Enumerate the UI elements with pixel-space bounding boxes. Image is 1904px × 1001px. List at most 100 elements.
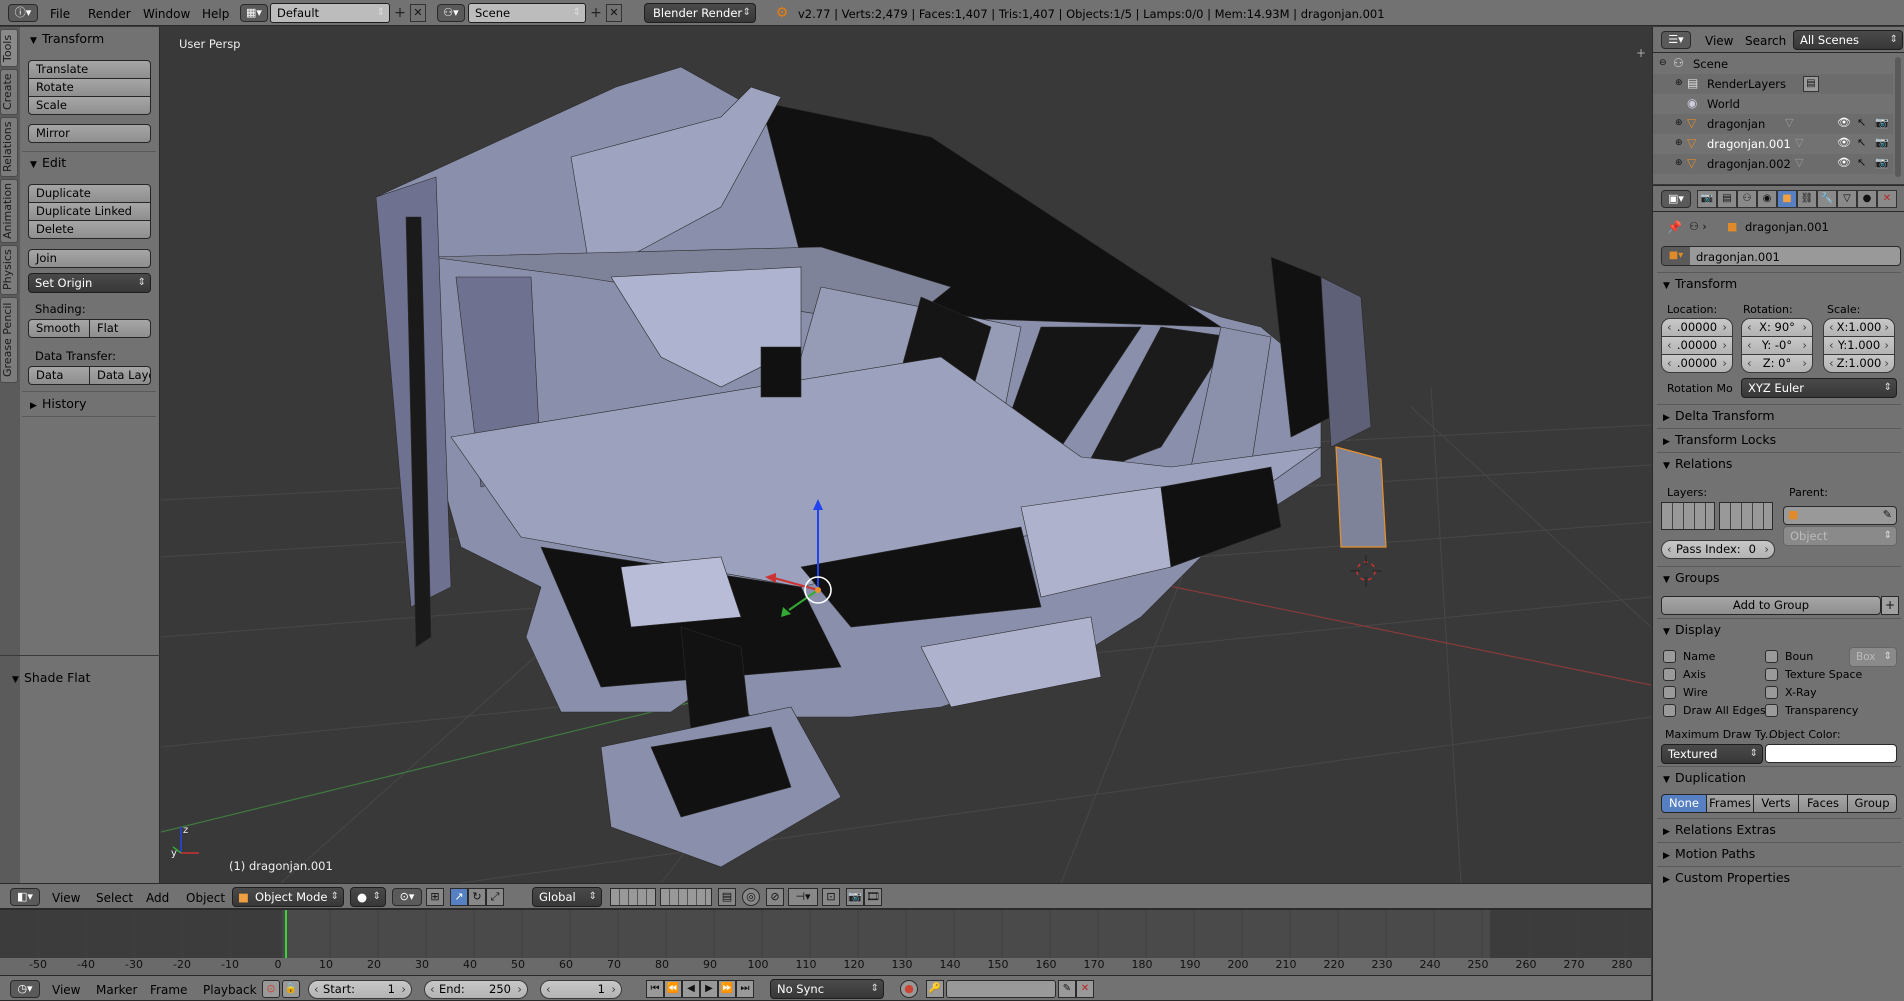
timeline-area[interactable] [0,909,1651,976]
rotation-y-field[interactable]: Y: -0° [1741,336,1813,355]
render-engine-selector[interactable]: Blender Render [644,3,756,23]
current-frame-field[interactable]: 1 [540,980,622,999]
start-frame-field[interactable]: Start:1 [308,980,412,999]
plus-icon[interactable]: + [1635,47,1647,59]
menu-view[interactable]: View [52,891,80,905]
render-camera-icon[interactable]: 📷 [1875,136,1889,149]
duplication-verts-tab[interactable]: Verts [1753,794,1799,813]
expand-icon[interactable]: ⊕ [1675,78,1683,88]
outliner-menu-search[interactable]: Search [1745,34,1786,48]
name-checkbox[interactable] [1663,650,1676,663]
add-layout-icon[interactable]: + [392,4,408,22]
location-z-field[interactable]: .00000 [1661,354,1733,373]
render-still-icon[interactable]: 📷 [846,888,864,906]
outliner-scrollbar[interactable] [1895,57,1901,177]
menu-render[interactable]: Render [88,7,131,21]
layer-buttons-icon[interactable] [610,888,656,906]
expand-icon[interactable]: ⊕ [1675,118,1683,128]
viewport-shading-selector[interactable]: ● [350,887,386,907]
constraints-tab-icon[interactable]: ⛓ [1797,190,1817,208]
texture-space-checkbox[interactable] [1765,668,1778,681]
operator-panel-header[interactable]: ▼ Shade Flat [12,670,90,685]
mode-selector[interactable]: ■ Object Mode [232,887,344,907]
delete-keyframe-icon[interactable]: ✕ [1076,980,1094,998]
duplicate-linked-button[interactable]: Duplicate Linked [28,202,151,221]
render-camera-icon[interactable]: 📷 [1875,156,1889,169]
material-tab-icon[interactable]: ● [1857,190,1877,208]
scene-icon[interactable]: ⚇▾ [437,4,465,22]
add-to-group-button[interactable]: Add to Group [1661,596,1881,615]
bounds-type-selector[interactable]: Box [1849,647,1897,667]
menu-file[interactable]: File [50,7,70,21]
delete-button[interactable]: Delete [28,220,151,239]
snap-element-icon[interactable]: ⊣▾ [788,888,818,906]
timeline-editor-icon[interactable]: ◷▾ [10,980,40,998]
tab-animation[interactable]: Animation [0,179,18,243]
object-name-field[interactable]: ■▾ dragonjan.001 [1661,246,1901,266]
jump-key-forward-icon[interactable]: ⏩ [718,980,736,998]
scale-manipulator-icon[interactable]: ⤢ [486,888,504,906]
object-color-swatch[interactable] [1765,744,1897,763]
bounds-checkbox[interactable] [1765,650,1778,663]
max-draw-type-selector[interactable]: Textured [1661,744,1763,764]
render-tab-icon[interactable]: 📷 [1697,190,1717,208]
selectable-cursor-icon[interactable]: ↖ [1857,156,1866,169]
pass-index-field[interactable]: Pass Index:0 [1661,540,1775,559]
panel-transform-header[interactable]: ▼ Transform [30,31,104,46]
menu-help[interactable]: Help [202,7,229,21]
menu-marker[interactable]: Marker [96,983,137,997]
outliner-row[interactable]: ◉ World [1653,94,1893,114]
record-keyframe-icon[interactable]: ⊙ [262,980,280,998]
menu-playback[interactable]: Playback [203,983,257,997]
outliner-row[interactable]: ⊖ ⚇ Scene [1653,54,1893,74]
outliner-menu-view[interactable]: View [1705,34,1733,48]
snap-target-icon[interactable]: ⊡ [822,888,840,906]
rotate-button[interactable]: Rotate [28,78,151,97]
duplication-frames-tab[interactable]: Frames [1706,794,1754,813]
selectable-cursor-icon[interactable]: ↖ [1857,116,1866,129]
render-layer-toggle-icon[interactable]: ▤ [1803,76,1819,92]
layer-grid-1[interactable] [1661,502,1715,530]
scale-x-field[interactable]: X:1.000 [1823,318,1895,337]
outliner-editor-icon[interactable]: ☰▾ [1661,31,1691,49]
transparency-checkbox[interactable] [1765,704,1778,717]
menu-add[interactable]: Add [146,891,169,905]
translate-manipulator-icon[interactable]: ↗ [450,888,468,906]
location-x-field[interactable]: .00000 [1661,318,1733,337]
layout-selector[interactable]: Default [270,3,390,23]
info-editor-icon[interactable]: ⓘ▾ [8,4,38,22]
layer-grid-2[interactable] [1719,502,1773,530]
menu-select[interactable]: Select [96,891,133,905]
flat-button[interactable]: Flat [89,319,151,338]
world-tab-icon[interactable]: ◉ [1757,190,1777,208]
tab-grease-pencil[interactable]: Grease Pencil [0,297,18,383]
lock-icon[interactable]: 🔒 [282,980,300,998]
parent-field[interactable]: ■ ✎ [1783,506,1897,525]
tab-relations[interactable]: Relations [0,117,18,177]
rotate-manipulator-icon[interactable]: ↻ [468,888,486,906]
panel-groups-header[interactable]: ▼ Groups [1663,570,1720,585]
menu-frame[interactable]: Frame [150,983,187,997]
selectable-cursor-icon[interactable]: ↖ [1857,136,1866,149]
scene-selector[interactable]: Scene [468,3,586,23]
play-reverse-icon[interactable]: ◀ [682,980,700,998]
render-anim-icon[interactable]: 🎞 [864,888,882,906]
object-tab-icon[interactable]: ■ [1777,190,1797,208]
jump-end-icon[interactable]: ⏭ [736,980,754,998]
insert-keyframe-icon[interactable]: ✎ [1058,980,1076,998]
collapse-icon[interactable]: ⊖ [1659,58,1667,68]
scene-tab-icon[interactable]: ⚇ [1737,190,1757,208]
panel-duplication-header[interactable]: ▼ Duplication [1663,770,1746,785]
panel-edit-header[interactable]: ▼ Edit [30,155,66,170]
render-camera-icon[interactable]: 📷 [1875,116,1889,129]
scale-button[interactable]: Scale [28,96,151,115]
close-scene-icon[interactable]: ✕ [606,4,622,22]
duplication-faces-tab[interactable]: Faces [1798,794,1848,813]
outliner-scope-selector[interactable]: All Scenes [1793,30,1903,50]
proportional-edit-icon[interactable]: ◎ [742,888,760,906]
jump-start-icon[interactable]: ⏮ [646,980,664,998]
translate-button[interactable]: Translate [28,60,151,79]
tab-create[interactable]: Create [0,69,18,115]
eyedropper-icon[interactable]: ✎ [1883,508,1892,521]
panel-history-header[interactable]: ▶ History [30,396,86,411]
